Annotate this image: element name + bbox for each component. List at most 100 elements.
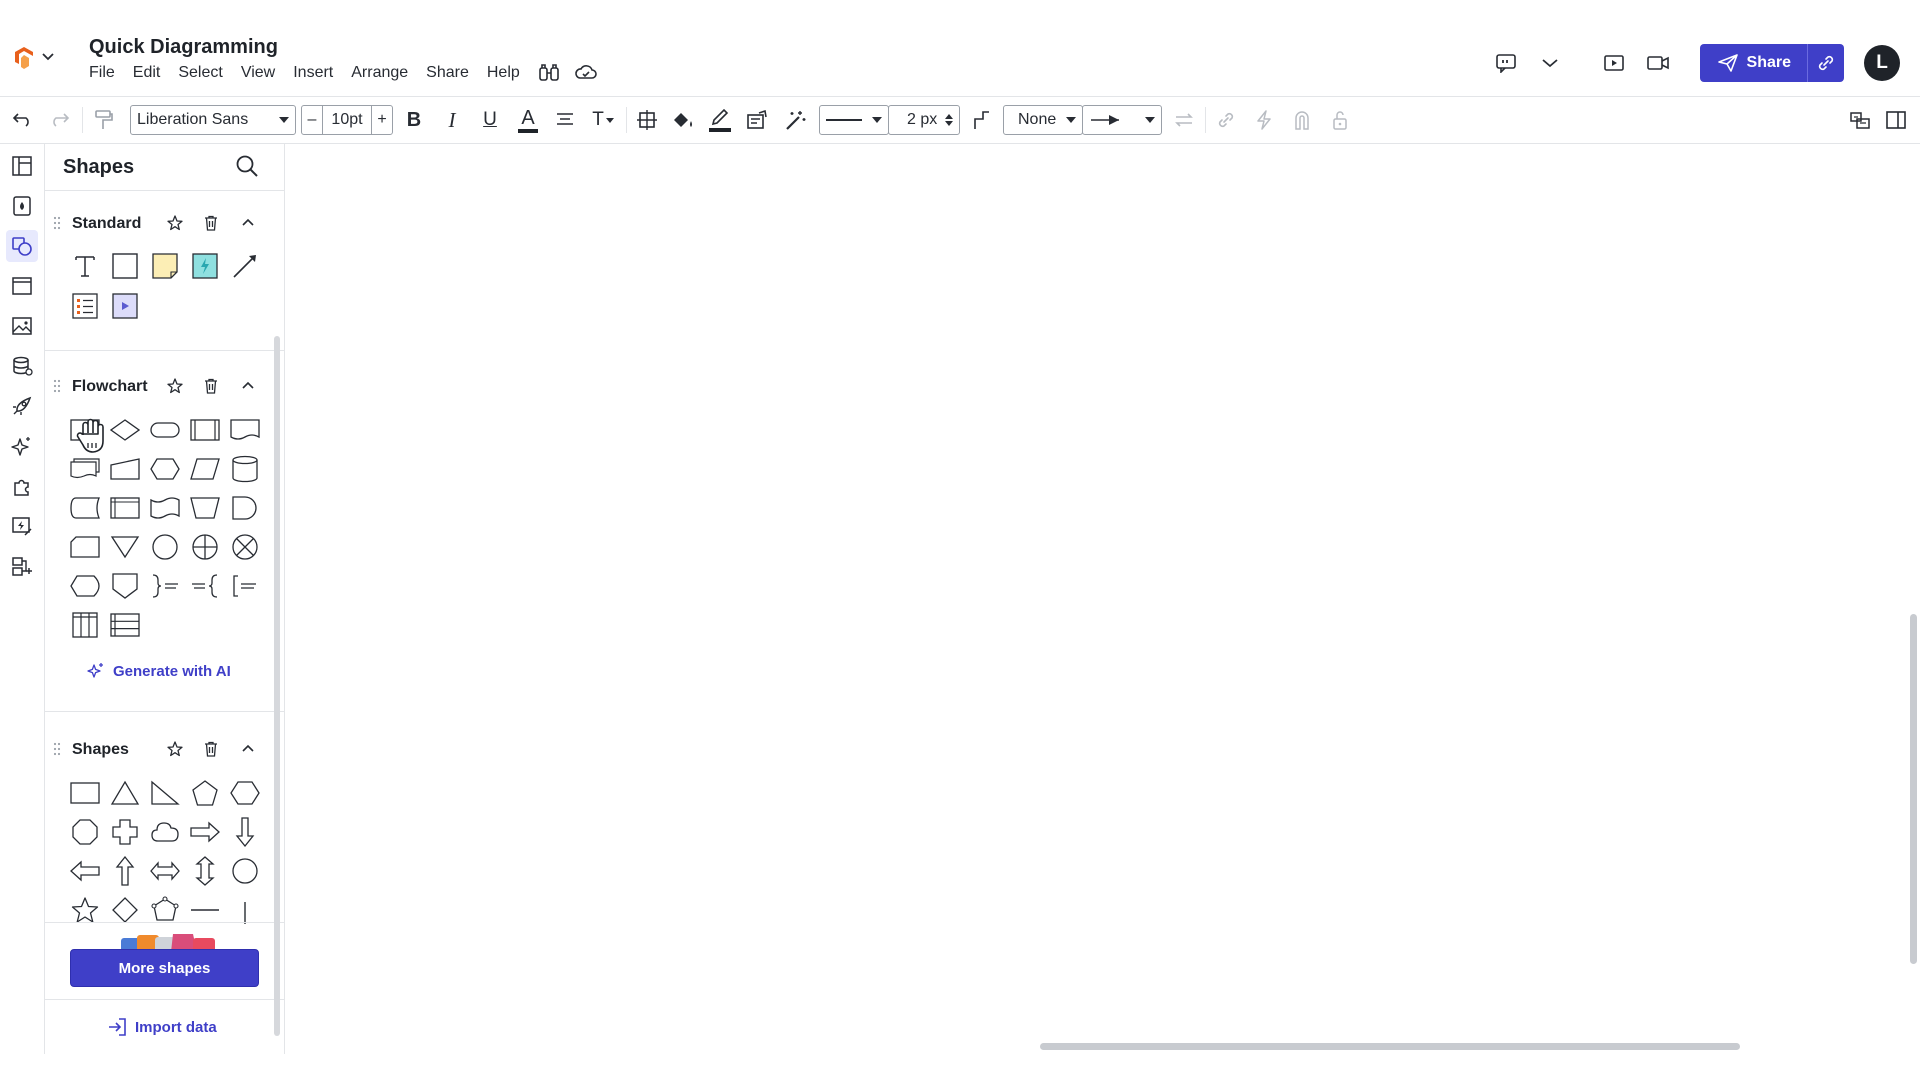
user-avatar[interactable]: L [1864, 45, 1900, 81]
diagram-add-icon[interactable] [6, 550, 38, 582]
shape-arrow-left[interactable] [69, 855, 101, 887]
shape-list[interactable] [69, 290, 101, 322]
menu-file[interactable]: File [89, 64, 124, 83]
quick-actions-icon[interactable] [6, 510, 38, 542]
shape-swimlane-horizontal[interactable] [109, 609, 141, 641]
line-color-button[interactable] [705, 105, 735, 135]
diagram-canvas[interactable] [285, 144, 1920, 1054]
layers-icon[interactable] [1846, 105, 1874, 135]
generate-with-ai-link[interactable]: Generate with AI [87, 662, 231, 680]
shape-connector[interactable] [149, 531, 181, 563]
menu-edit[interactable]: Edit [133, 64, 170, 83]
search-icon[interactable] [235, 154, 259, 178]
image-icon[interactable] [6, 310, 38, 342]
shapes-panel-icon[interactable] [6, 230, 38, 262]
trash-icon[interactable] [202, 377, 220, 395]
text-align-icon[interactable] [550, 105, 580, 135]
shape-arrow-left-right[interactable] [149, 855, 181, 887]
shape-octagon[interactable] [69, 816, 101, 848]
line-shape-icon[interactable] [968, 105, 996, 135]
redo-icon[interactable] [44, 105, 74, 135]
shape-rectangle[interactable] [109, 250, 141, 282]
trash-icon[interactable] [202, 214, 220, 232]
more-shapes-button[interactable]: More shapes [70, 949, 259, 987]
shape-basic-rectangle[interactable] [69, 777, 101, 809]
bold-button[interactable]: B [400, 105, 428, 135]
italic-button[interactable]: I [438, 105, 466, 135]
shape-swimlane-vertical[interactable] [69, 609, 101, 641]
star-icon[interactable] [166, 214, 184, 232]
shape-circle[interactable] [229, 855, 261, 887]
drag-grip-icon[interactable] [53, 742, 61, 756]
style-options-icon[interactable] [742, 105, 772, 135]
fill-color-icon[interactable] [668, 105, 698, 135]
shape-hexagon[interactable] [229, 777, 261, 809]
swap-arrows-icon[interactable] [1170, 105, 1198, 135]
trash-icon[interactable] [202, 740, 220, 758]
feature-find-icon[interactable] [538, 63, 560, 83]
shape-arrow-down[interactable] [229, 816, 261, 848]
shape-card[interactable] [69, 531, 101, 563]
canvas-horizontal-scrollbar[interactable] [1040, 1043, 1740, 1050]
shape-database[interactable] [229, 453, 261, 485]
shape-triangle[interactable] [109, 777, 141, 809]
rocket-icon[interactable] [6, 390, 38, 422]
font-size-increase-button[interactable]: + [370, 106, 392, 134]
share-button[interactable]: Share [1699, 44, 1807, 82]
hyperlink-icon[interactable] [1212, 105, 1240, 135]
shape-stored-data[interactable] [69, 492, 101, 524]
shape-display[interactable] [69, 570, 101, 602]
font-size-value[interactable]: 10pt [331, 111, 362, 129]
magic-wand-icon[interactable] [780, 105, 810, 135]
shape-annotation-right-brace[interactable] [149, 570, 181, 602]
font-color-button[interactable]: A [514, 105, 542, 135]
shape-arrow-line[interactable] [229, 250, 261, 282]
star-icon[interactable] [166, 740, 184, 758]
chevron-up-icon[interactable] [240, 215, 256, 231]
integrations-puzzle-icon[interactable] [6, 470, 38, 502]
shape-options-icon[interactable] [632, 105, 662, 135]
theme-drop-icon[interactable] [6, 190, 38, 222]
shape-manual-operation[interactable] [189, 492, 221, 524]
menu-help[interactable]: Help [487, 64, 529, 83]
shape-preparation[interactable] [149, 453, 181, 485]
shape-multiple-documents[interactable] [69, 453, 101, 485]
shape-decision[interactable] [109, 414, 141, 446]
shape-cross[interactable] [109, 816, 141, 848]
star-icon[interactable] [166, 377, 184, 395]
chevron-up-icon[interactable] [240, 378, 256, 394]
shape-or[interactable] [189, 531, 221, 563]
shape-sticky-note[interactable] [149, 250, 181, 282]
shape-summing-junction[interactable] [229, 531, 261, 563]
font-family-select[interactable]: Liberation Sans [130, 105, 296, 135]
library-header-shapes[interactable]: Shapes [45, 734, 284, 764]
comment-icon[interactable] [1486, 45, 1526, 81]
present-icon[interactable] [1594, 45, 1634, 81]
shape-manual-input[interactable] [109, 453, 141, 485]
menu-select[interactable]: Select [178, 64, 231, 83]
text-options-button[interactable]: T [588, 105, 618, 135]
library-header-flowchart[interactable]: Flowchart [45, 371, 284, 401]
canvas-vertical-scrollbar[interactable] [1910, 614, 1917, 964]
line-width-stepper[interactable]: 2 px [888, 105, 960, 135]
shape-delay[interactable] [229, 492, 261, 524]
shape-pentagon[interactable] [189, 777, 221, 809]
magnet-icon[interactable] [1288, 105, 1316, 135]
shape-text[interactable] [69, 250, 101, 282]
templates-icon[interactable] [6, 270, 38, 302]
shape-embed-video[interactable] [109, 290, 141, 322]
video-icon[interactable] [1638, 45, 1678, 81]
menu-insert[interactable]: Insert [293, 64, 342, 83]
line-style-select[interactable] [819, 105, 889, 135]
shape-annotation-left-brace[interactable] [189, 570, 221, 602]
menu-arrange[interactable]: Arrange [351, 64, 417, 83]
lightning-icon[interactable] [1250, 105, 1278, 135]
panel-scrollbar[interactable] [274, 336, 280, 1036]
data-icon[interactable] [6, 350, 38, 382]
lock-icon[interactable] [1326, 105, 1354, 135]
format-painter-icon[interactable] [89, 105, 117, 135]
drag-grip-icon[interactable] [53, 379, 61, 393]
library-header-standard[interactable]: Standard [45, 208, 284, 238]
shape-predefined-process[interactable] [189, 414, 221, 446]
shape-off-page-reference[interactable] [109, 570, 141, 602]
